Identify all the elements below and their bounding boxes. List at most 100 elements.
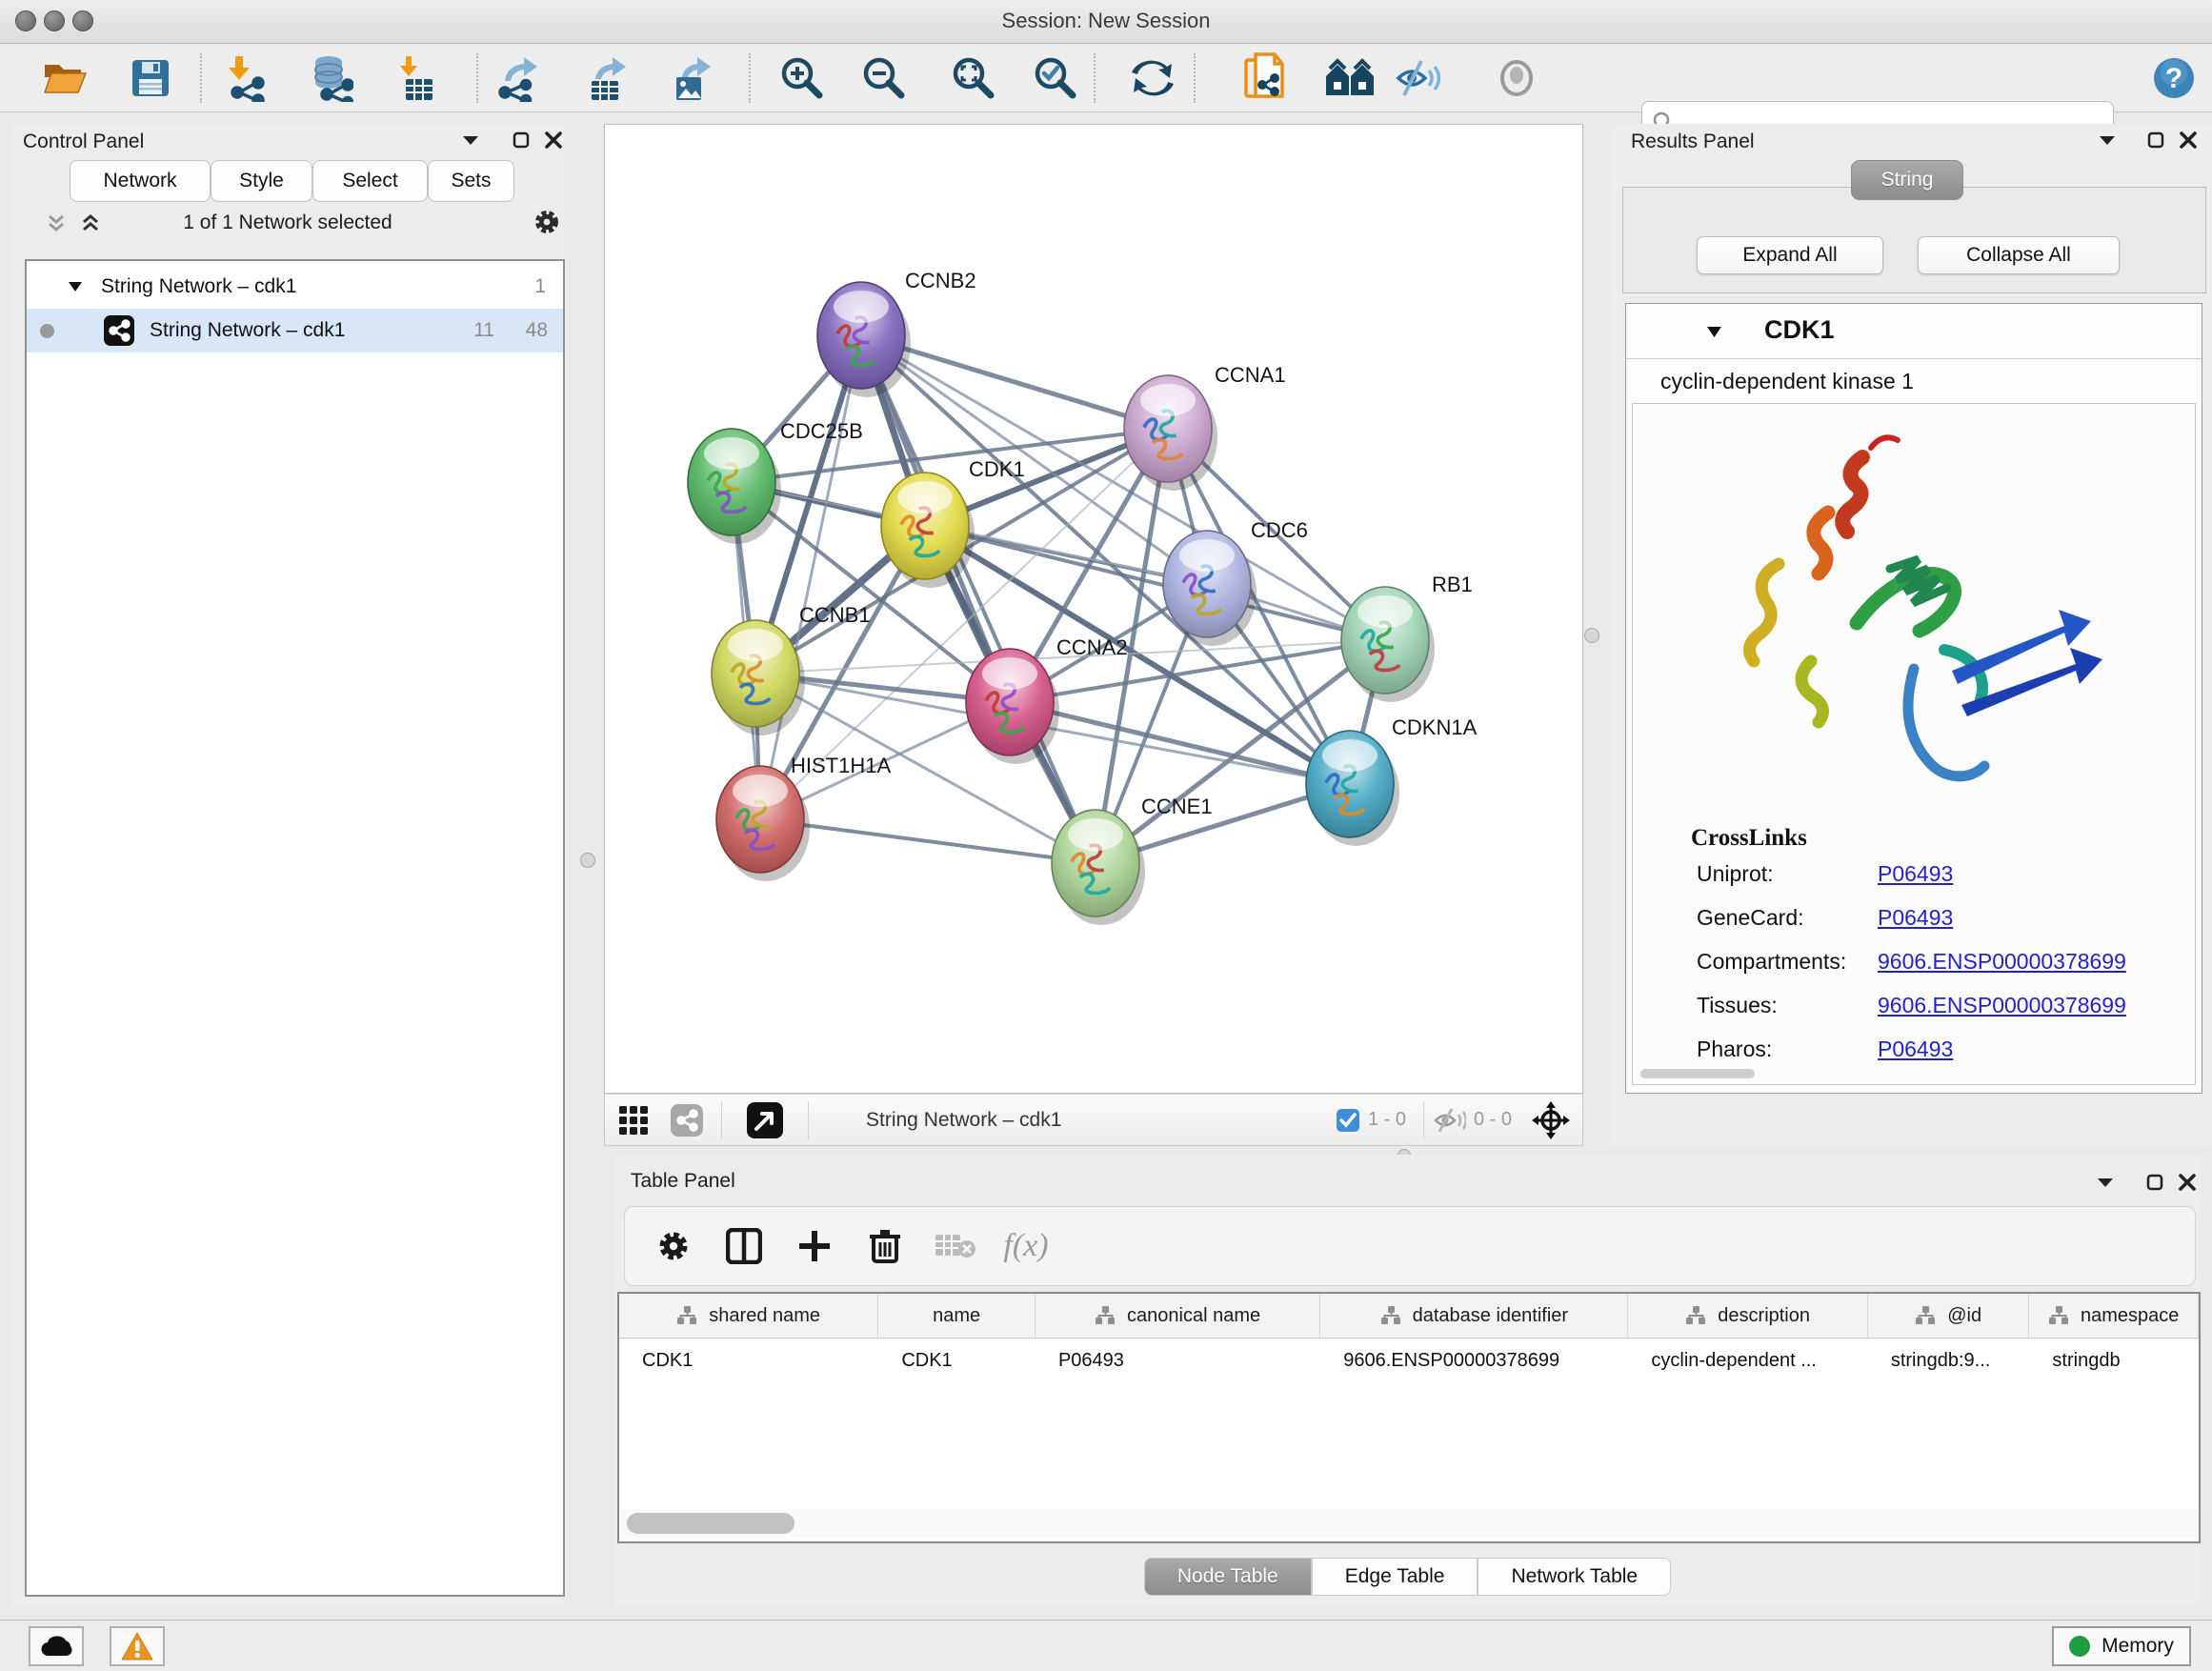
left-splitter-grip[interactable]: [580, 853, 595, 868]
column-header[interactable]: name: [878, 1294, 1036, 1338]
crosslink-link[interactable]: P06493: [1878, 861, 1953, 887]
network-share-view-icon[interactable]: [662, 1094, 712, 1146]
network-node-CCNA2[interactable]: CCNA2: [966, 635, 1128, 764]
network-node-CDC25B[interactable]: CDC25B: [688, 419, 863, 544]
save-session-button[interactable]: [122, 51, 179, 105]
tab-node-table[interactable]: Node Table: [1144, 1558, 1312, 1596]
result-gene-name: CDK1: [1764, 315, 1835, 345]
delete-column-icon[interactable]: [850, 1206, 920, 1286]
table-cell: cyclin-dependent ...: [1628, 1339, 1867, 1382]
first-neighbors-button[interactable]: [1321, 51, 1378, 105]
delete-table-icon[interactable]: [920, 1206, 991, 1286]
network-edge[interactable]: [861, 335, 1096, 863]
add-column-icon[interactable]: [779, 1206, 850, 1286]
network-collection-row[interactable]: String Network – cdk1 1: [27, 265, 563, 309]
export-table-button[interactable]: [578, 51, 635, 105]
network-node-CCNB2[interactable]: CCNB2: [817, 269, 976, 397]
grid-view-icon[interactable]: [605, 1094, 662, 1146]
table-panel-menu-icon[interactable]: [2089, 1166, 2122, 1198]
memory-button[interactable]: Memory: [2052, 1626, 2191, 1666]
results-panel-menu-icon[interactable]: [2091, 124, 2123, 156]
column-header[interactable]: description: [1628, 1294, 1867, 1338]
apply-layout-button[interactable]: [1124, 51, 1181, 105]
result-expander-icon[interactable]: [1707, 327, 1721, 337]
export-network-button[interactable]: [490, 51, 547, 105]
tab-network-table[interactable]: Network Table: [1478, 1558, 1671, 1596]
crosslink-link[interactable]: 9606.ENSP00000378699: [1878, 993, 2126, 1018]
crosslink-link[interactable]: 9606.ENSP00000378699: [1878, 949, 2126, 975]
help-button[interactable]: ?: [2145, 51, 2202, 105]
column-header[interactable]: namespace: [2029, 1294, 2199, 1338]
zoom-fit-button[interactable]: [945, 51, 1002, 105]
network-edge[interactable]: [760, 819, 1096, 863]
zoom-selected-button[interactable]: [1027, 51, 1084, 105]
network-edge[interactable]: [925, 526, 1385, 640]
tab-edge-table[interactable]: Edge Table: [1312, 1558, 1478, 1596]
import-table-button[interactable]: [387, 51, 444, 105]
network-graph[interactable]: CCNB2CCNA1CDC25BCDK1CDC6RB1CCNB1CCNA2CDK…: [605, 125, 1582, 1093]
crosslink-link[interactable]: P06493: [1878, 905, 1953, 931]
control-panel: Control Panel Network Style Select Sets …: [11, 124, 564, 1606]
right-splitter-grip[interactable]: [1584, 628, 1599, 643]
control-panel-close-icon[interactable]: [537, 124, 570, 156]
table-scrollbar-thumb[interactable]: [627, 1513, 794, 1534]
table-row[interactable]: CDK1CDK1P064939606.ENSP00000378699cyclin…: [619, 1339, 2199, 1382]
export-image-button[interactable]: [663, 51, 720, 105]
network-row[interactable]: String Network – cdk1 11 48: [27, 309, 563, 352]
column-header[interactable]: @id: [1868, 1294, 2030, 1338]
table-horizontal-scrollbar[interactable]: [621, 1509, 2197, 1538]
network-node-CDK1[interactable]: CDK1: [881, 457, 1025, 588]
table-panel-title: Table Panel: [631, 1170, 735, 1193]
toolbar-separator: [1094, 53, 1096, 103]
column-header[interactable]: shared name: [619, 1294, 878, 1338]
database-icon: [308, 54, 353, 102]
results-panel-close-icon[interactable]: [2172, 124, 2204, 156]
network-canvas[interactable]: CCNB2CCNA1CDC25BCDK1CDC6RB1CCNB1CCNA2CDK…: [604, 124, 1583, 1094]
network-node-HIST1H1A[interactable]: HIST1H1A: [716, 754, 891, 881]
control-panel-menu-icon[interactable]: [454, 124, 487, 156]
tab-string[interactable]: String: [1851, 160, 1963, 200]
table-panel-close-icon[interactable]: [2171, 1166, 2203, 1198]
node-table[interactable]: shared namenamecanonical namedatabase id…: [617, 1292, 2201, 1543]
network-options-gear-icon[interactable]: [531, 206, 563, 238]
table-panel-float-icon[interactable]: [2139, 1166, 2171, 1198]
results-panel-float-icon[interactable]: [2140, 124, 2172, 156]
table-settings-gear-icon[interactable]: [638, 1206, 709, 1286]
hidden-eye-slash-icon[interactable]: [1434, 1107, 1466, 1134]
cloud-status-button[interactable]: [29, 1626, 84, 1666]
control-panel-float-icon[interactable]: [505, 124, 537, 156]
expand-all-button[interactable]: Expand All: [1697, 236, 1883, 274]
tab-sets[interactable]: Sets: [428, 160, 514, 202]
network-node-CCNA1[interactable]: CCNA1: [1124, 363, 1286, 491]
hidden-node-edge-count: 0 - 0: [1474, 1109, 1512, 1131]
warnings-button[interactable]: [110, 1626, 165, 1666]
column-header[interactable]: database identifier: [1320, 1294, 1628, 1338]
pan-crosshair-icon[interactable]: [1519, 1094, 1582, 1146]
tab-select[interactable]: Select: [312, 160, 428, 202]
import-network-database-button[interactable]: [302, 51, 359, 105]
crosslink-link[interactable]: P06493: [1878, 1037, 1953, 1062]
show-all-button[interactable]: [1488, 51, 1545, 105]
birdseye-view-icon[interactable]: [732, 1094, 798, 1146]
zoom-out-button[interactable]: [855, 51, 913, 105]
network-node-CDKN1A[interactable]: CDKN1A: [1306, 715, 1478, 846]
collection-expander-icon[interactable]: [69, 282, 82, 292]
crosslinks-scrollbar-thumb[interactable]: [1640, 1069, 1755, 1078]
tab-network[interactable]: Network: [70, 160, 211, 202]
collapse-all-button[interactable]: Collapse All: [1918, 236, 2120, 274]
network-node-RB1[interactable]: RB1: [1341, 573, 1473, 702]
column-header[interactable]: canonical name: [1036, 1294, 1320, 1338]
show-columns-icon[interactable]: [709, 1206, 779, 1286]
open-file-button[interactable]: [36, 51, 93, 105]
node-label-CCNA1: CCNA1: [1215, 363, 1286, 387]
clone-network-button[interactable]: [1237, 51, 1294, 105]
network-edge[interactable]: [760, 335, 861, 819]
function-builder-icon[interactable]: f(x): [991, 1206, 1061, 1286]
main-toolbar: ?: [0, 44, 2212, 112]
tab-style[interactable]: Style: [211, 160, 312, 202]
import-network-file-button[interactable]: [217, 51, 274, 105]
network-edges[interactable]: [732, 335, 1385, 863]
zoom-in-button[interactable]: [774, 51, 831, 105]
hide-selected-button[interactable]: [1389, 51, 1446, 105]
selected-checkbox-icon[interactable]: [1336, 1108, 1360, 1133]
